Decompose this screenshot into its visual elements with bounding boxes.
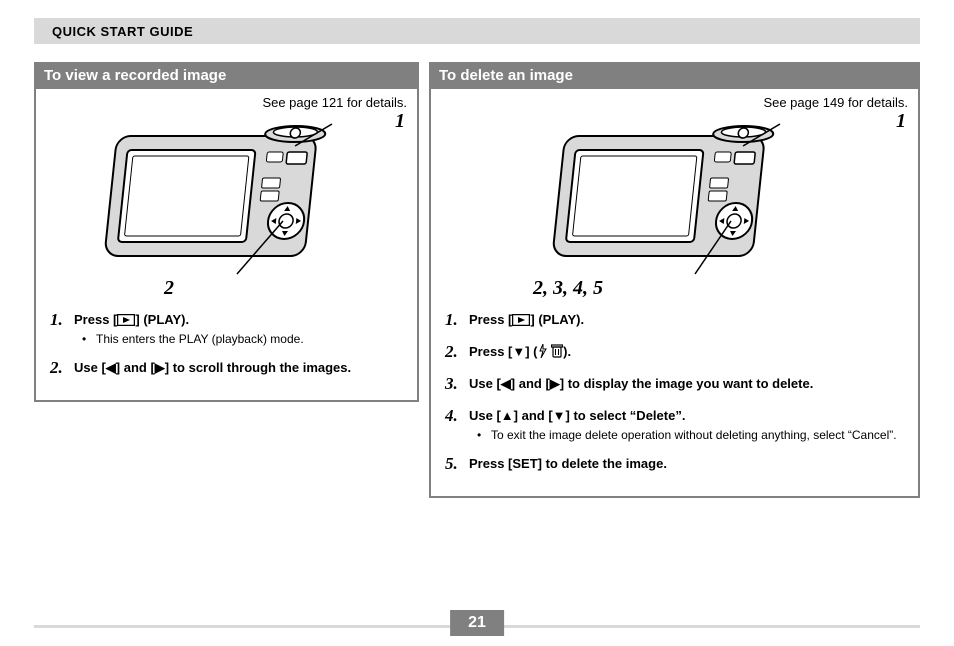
step-text: Press [] (PLAY). xyxy=(74,310,403,327)
callout-2-view: 2 xyxy=(164,277,174,300)
step-text: Press [▼] ( ). xyxy=(469,342,904,359)
step-text: Use [◀] and [▶] to scroll through the im… xyxy=(74,358,403,376)
step-text: Press [] (PLAY). xyxy=(469,310,904,327)
trash-icon xyxy=(551,344,563,358)
step-item: 1. Press [] (PLAY). xyxy=(445,310,904,330)
panel-title-delete: To delete an image xyxy=(429,62,920,89)
step-item: 2. Press [▼] ( ). xyxy=(445,342,904,362)
panel-view-image: To view a recorded image See page 121 fo… xyxy=(34,62,419,618)
panel-box-delete: See page 149 for details. xyxy=(429,89,920,498)
step-item: 4. Use [▲] and [▼] to select “Delete”. •… xyxy=(445,406,904,442)
callout-1-view: 1 xyxy=(395,110,405,133)
step-text: Use [◀] and [▶] to display the image you… xyxy=(469,374,904,392)
step-text: Use [▲] and [▼] to select “Delete”. xyxy=(469,406,904,423)
step-text: Press [SET] to delete the image. xyxy=(469,454,904,471)
camera-illustration-delete: 1 2, 3, 4, 5 xyxy=(441,116,908,306)
play-rect-icon xyxy=(512,314,530,326)
step-number: 1. xyxy=(50,310,68,330)
step-number: 4. xyxy=(445,406,463,426)
step-number: 2. xyxy=(50,358,68,378)
camera-back-icon xyxy=(97,116,357,281)
camera-back-icon xyxy=(545,116,805,281)
header-title: QUICK START GUIDE xyxy=(52,24,193,39)
step-number: 2. xyxy=(445,342,463,362)
step-number: 1. xyxy=(445,310,463,330)
panel-box-view: See page 121 for details. xyxy=(34,89,419,402)
panel-title-view: To view a recorded image xyxy=(34,62,419,89)
camera-illustration-view: 1 2 xyxy=(46,116,407,306)
header-bar: QUICK START GUIDE xyxy=(34,18,920,44)
play-rect-icon xyxy=(117,314,135,326)
step-number: 3. xyxy=(445,374,463,394)
steps-list-view: 1. Press [] (PLAY). •This enters the PLA… xyxy=(46,306,407,378)
step-item: 5. Press [SET] to delete the image. xyxy=(445,454,904,474)
step-item: 3. Use [◀] and [▶] to display the image … xyxy=(445,374,904,394)
content-area: To view a recorded image See page 121 fo… xyxy=(34,62,920,618)
flash-icon xyxy=(538,344,548,358)
callout-1-delete: 1 xyxy=(896,110,906,133)
steps-list-delete: 1. Press [] (PLAY). 2. Press [▼] ( ). xyxy=(441,306,908,474)
callout-2-delete: 2, 3, 4, 5 xyxy=(533,277,603,300)
step-bullet: •This enters the PLAY (playback) mode. xyxy=(82,332,403,346)
page-number-badge: 21 xyxy=(450,610,504,636)
step-number: 5. xyxy=(445,454,463,474)
step-item: 1. Press [] (PLAY). •This enters the PLA… xyxy=(50,310,403,346)
step-item: 2. Use [◀] and [▶] to scroll through the… xyxy=(50,358,403,378)
see-page-delete: See page 149 for details. xyxy=(441,95,908,110)
step-bullet: •To exit the image delete operation with… xyxy=(477,428,904,442)
panel-delete-image: To delete an image See page 149 for deta… xyxy=(429,62,920,618)
see-page-view: See page 121 for details. xyxy=(46,95,407,110)
